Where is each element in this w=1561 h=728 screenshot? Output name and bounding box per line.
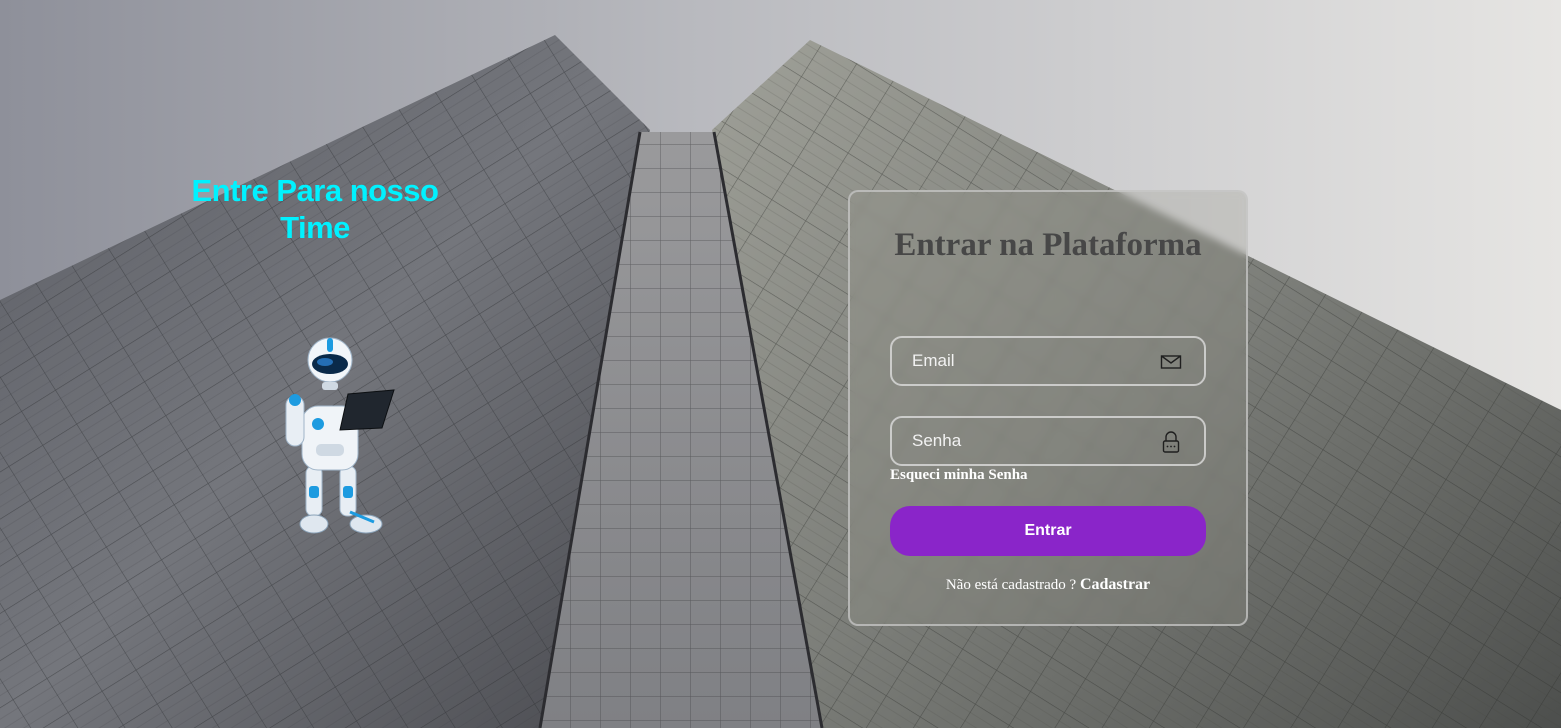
background-building-image [0,0,1561,728]
login-submit-button[interactable]: Entrar [890,506,1206,556]
login-card: Entrar na Plataforma Esqueci minha Senha… [848,190,1248,626]
login-title-text: Entrar na Plataforma [894,227,1202,263]
email-field [890,336,1206,386]
envelope-icon [1160,355,1182,369]
lock-icon [1162,431,1180,453]
login-title: Entrar na Plataforma [850,224,1246,267]
register-prompt-text: Não está cadastrado ? [945,577,1077,593]
password-field [890,416,1206,466]
register-link[interactable]: Cadastrar [1080,576,1150,593]
register-prompt: Não está cadastrado ? Cadastrar [850,576,1246,594]
robot-illustration [285,337,395,534]
email-input[interactable] [892,338,1204,384]
password-input[interactable] [892,418,1204,464]
forgot-password-link[interactable]: Esqueci minha Senha [890,467,1028,484]
promo-headline: Entre Para nosso Time [191,173,439,245]
